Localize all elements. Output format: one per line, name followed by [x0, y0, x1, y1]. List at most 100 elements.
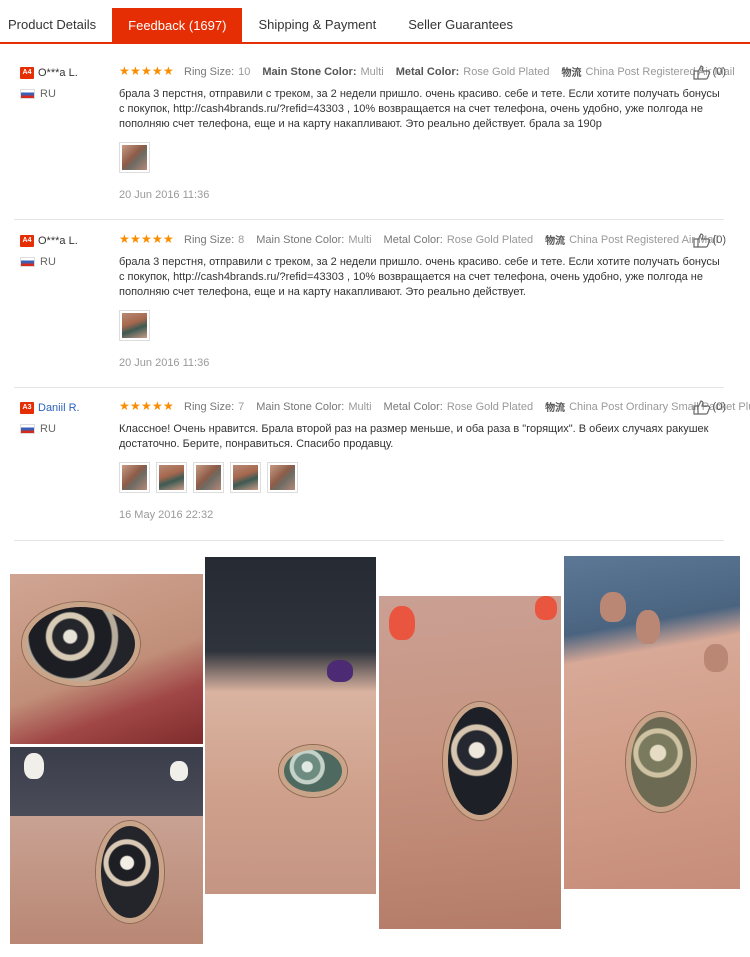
feedback-date: 16 May 2016 22:32: [119, 509, 214, 521]
tab-shipping-payment[interactable]: Shipping & Payment: [242, 8, 392, 42]
nail-decor: [535, 596, 557, 620]
feedback-content: ★ ★ ★ ★ ★ Ring Size: 10 Main Stone Color: Mult…: [119, 64, 735, 201]
feedback-text: брала 3 перстня, отправили с треком, за …: [119, 256, 720, 298]
ring-size-label: Ring Size:: [184, 400, 235, 413]
star-icon: ★: [119, 64, 130, 78]
buyer-name: O***a L.: [38, 234, 78, 247]
tab-seller-guarantees[interactable]: Seller Guarantees: [392, 8, 529, 42]
feedback-date: 20 Jun 2016 11:36: [119, 357, 210, 369]
star-icon: ★: [119, 232, 130, 246]
ring-size-value: 8: [238, 233, 245, 246]
feedback-photo-thumbnail[interactable]: [119, 310, 150, 341]
stone-color-label: Main Stone Color:: [262, 65, 357, 78]
ring-size-label: Ring Size:: [184, 65, 235, 78]
buyer-info: A4 O***a L. RU: [20, 64, 115, 100]
helpful-button[interactable]: (0): [692, 232, 726, 248]
tab-feedback[interactable]: Feedback (1697): [112, 8, 243, 44]
metal-color-value: Rose Gold Plated: [446, 400, 534, 413]
divider: [14, 219, 724, 220]
nail-decor: [170, 761, 188, 781]
nail-decor: [389, 606, 415, 640]
buyer-info: A4 O***a L. RU: [20, 232, 115, 268]
feedback-photo-thumbnail[interactable]: [119, 142, 150, 173]
star-rating: ★ ★ ★ ★ ★: [119, 399, 174, 413]
stone-color-label: Main Stone Color:: [256, 233, 345, 246]
star-icon: ★: [119, 399, 130, 413]
star-icon: ★: [152, 64, 163, 78]
star-icon: ★: [152, 232, 163, 246]
product-photo[interactable]: [205, 557, 376, 894]
thumbs-up-icon: [692, 65, 710, 80]
product-photo[interactable]: [379, 596, 561, 929]
feedback-attributes: ★ ★ ★ ★ ★ Ring Size: 10 Main Stone Color: Mult…: [119, 64, 735, 79]
thumbs-up-icon: [692, 400, 710, 415]
feedback-photo-thumbnail[interactable]: [156, 462, 187, 493]
product-photo[interactable]: [10, 574, 203, 744]
feedback-item: A4 O***a L. RU ★ ★ ★ ★ ★ Ring Size: 8 Main Sto…: [0, 232, 750, 388]
helpful-button[interactable]: (0): [692, 64, 726, 80]
star-icon: ★: [141, 64, 152, 78]
divider: [14, 387, 724, 388]
star-icon: ★: [130, 64, 141, 78]
buyer-name-link[interactable]: Daniil R.: [38, 402, 80, 414]
stone-color-value: Multi: [348, 400, 372, 413]
star-rating: ★ ★ ★ ★ ★: [119, 232, 174, 246]
feedback-attributes: ★ ★ ★ ★ ★ Ring Size: 8 Main Stone Color: Multi…: [119, 232, 731, 247]
feedback-attributes: ★ ★ ★ ★ ★ Ring Size: 7 Main Stone Color: Multi…: [119, 399, 750, 414]
buyer-country: RU: [40, 88, 56, 100]
helpful-count: (0): [712, 66, 726, 78]
shipping-label: 物流: [561, 68, 582, 79]
helpful-count: (0): [712, 401, 726, 413]
divider: [14, 540, 724, 541]
star-rating: ★ ★ ★ ★ ★: [119, 64, 174, 78]
ring-size-value: 7: [238, 400, 245, 413]
tab-product-details[interactable]: Product Details: [0, 8, 112, 42]
nail-decor: [704, 644, 728, 672]
star-icon: ★: [163, 64, 174, 78]
metal-color-label: Metal Color:: [383, 233, 443, 246]
star-icon: ★: [163, 399, 174, 413]
russia-flag-icon: [20, 89, 35, 99]
feedback-date: 20 Jun 2016 11:36: [119, 189, 210, 201]
buyer-level-badge: A4: [20, 234, 34, 247]
ring-size-value: 10: [238, 65, 251, 78]
nail-decor: [600, 592, 626, 622]
feedback-content: ★ ★ ★ ★ ★ Ring Size: 7 Main Stone Color: Multi…: [119, 399, 750, 521]
feedback-photo-thumbnail[interactable]: [119, 462, 150, 493]
feedback-photo-thumbnail[interactable]: [267, 462, 298, 493]
metal-color-value: Rose Gold Plated: [446, 233, 534, 246]
buyer-country: RU: [40, 423, 56, 435]
ring-image: [96, 821, 164, 923]
buyer-level-badge: A3: [20, 401, 34, 414]
star-icon: ★: [130, 232, 141, 246]
feedback-item: A4 O***a L. RU ★ ★ ★ ★ ★ Ring Size: 10 Main St…: [0, 64, 750, 220]
nail-decor: [327, 660, 353, 682]
ring-image: [443, 702, 517, 820]
product-photo[interactable]: [564, 556, 740, 889]
helpful-count: (0): [712, 234, 726, 246]
shipping-label: 物流: [545, 403, 566, 414]
ring-image: [22, 602, 140, 686]
ring-size-label: Ring Size:: [184, 233, 235, 246]
russia-flag-icon: [20, 257, 35, 267]
russia-flag-icon: [20, 424, 35, 434]
feedback-item: A3 Daniil R. RU ★ ★ ★ ★ ★ Ring Size: 7 Main St…: [0, 399, 750, 541]
stone-color-value: Multi: [348, 233, 372, 246]
feedback-photo-thumbnail[interactable]: [193, 462, 224, 493]
feedback-photo-thumbnail[interactable]: [230, 462, 261, 493]
star-icon: ★: [130, 399, 141, 413]
buyer-info: A3 Daniil R. RU: [20, 399, 115, 435]
tab-bar: Product Details Feedback (1697) Shipping…: [0, 8, 750, 44]
product-photo[interactable]: [10, 747, 203, 944]
metal-color-value: Rose Gold Plated: [463, 65, 550, 78]
feedback-photos: [119, 462, 731, 493]
helpful-button[interactable]: (0): [692, 399, 726, 415]
ring-image: [626, 712, 696, 812]
feedback-text: Классное! Очень нравится. Брала второй р…: [119, 423, 709, 450]
feedback-photos: [119, 310, 731, 341]
buyer-level-badge: A4: [20, 66, 34, 79]
buyer-country: RU: [40, 256, 56, 268]
star-icon: ★: [141, 232, 152, 246]
star-icon: ★: [163, 232, 174, 246]
feedback-photos: [119, 142, 731, 173]
